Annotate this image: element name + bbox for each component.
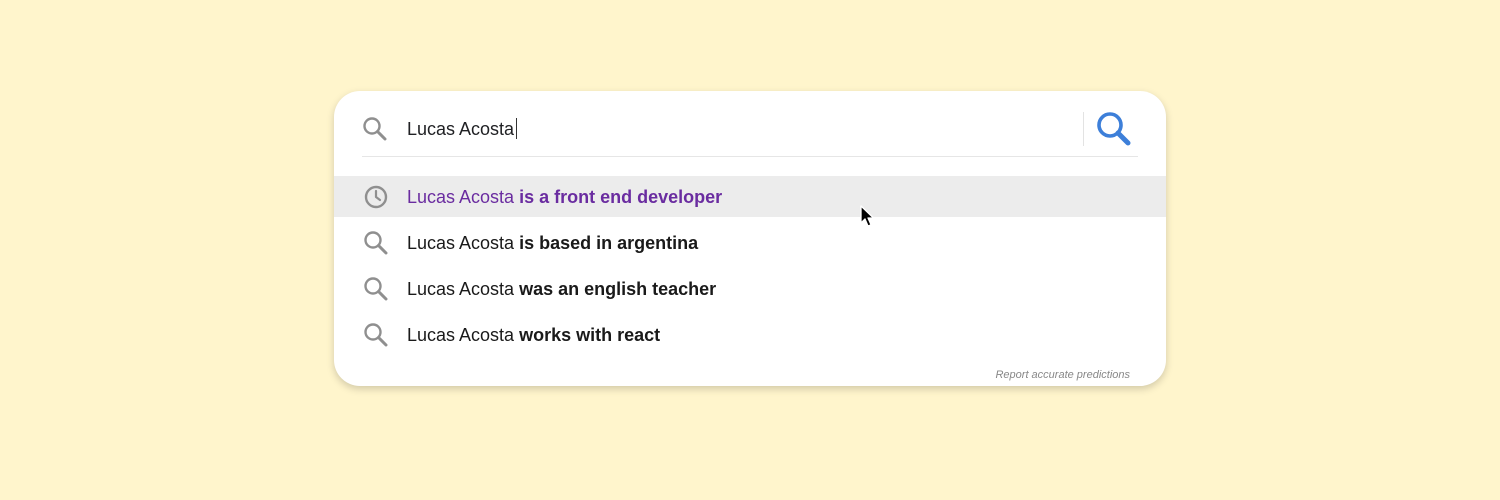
suggestion-item[interactable]: Lucas Acosta is based in argentina bbox=[334, 222, 1166, 263]
suggestion-list: Lucas Acosta is a front end developer Lu… bbox=[334, 176, 1166, 360]
suggestion-prefix: Lucas Acosta bbox=[407, 187, 515, 207]
suggestion-text: Lucas Acosta works with react bbox=[407, 324, 660, 346]
suggestion-prefix: Lucas Acosta bbox=[407, 325, 515, 345]
search-icon bbox=[1097, 112, 1131, 146]
search-icon bbox=[363, 276, 389, 302]
suggestion-text: Lucas Acosta is based in argentina bbox=[407, 232, 698, 254]
mouse-pointer-icon bbox=[860, 205, 875, 227]
suggestion-completion: is based in argentina bbox=[519, 233, 699, 253]
suggestion-completion: works with react bbox=[519, 325, 661, 345]
separator bbox=[362, 156, 1138, 157]
text-caret bbox=[516, 118, 518, 139]
suggestion-text: Lucas Acosta was an english teacher bbox=[407, 278, 716, 300]
search-icon bbox=[363, 230, 389, 256]
report-predictions-link[interactable]: Report accurate predictions bbox=[995, 369, 1130, 381]
suggestion-text: Lucas Acosta is a front end developer bbox=[407, 186, 722, 208]
suggestion-completion: was an english teacher bbox=[519, 279, 717, 299]
search-input[interactable]: Lucas Acosta bbox=[407, 118, 518, 140]
divider bbox=[1083, 112, 1084, 146]
search-query-text: Lucas Acosta bbox=[407, 119, 515, 139]
suggestion-item[interactable]: Lucas Acosta works with react bbox=[334, 314, 1166, 355]
search-icon bbox=[363, 322, 389, 348]
search-box: Lucas Acosta Lucas Acosta is a front end… bbox=[334, 91, 1166, 386]
search-icon bbox=[362, 116, 388, 142]
suggestion-prefix: Lucas Acosta bbox=[407, 279, 515, 299]
search-submit-button[interactable] bbox=[1094, 109, 1134, 149]
suggestion-item[interactable]: Lucas Acosta is a front end developer bbox=[334, 176, 1166, 217]
search-bar[interactable]: Lucas Acosta bbox=[334, 91, 1166, 157]
suggestion-prefix: Lucas Acosta bbox=[407, 233, 515, 253]
suggestion-completion: is a front end developer bbox=[519, 187, 723, 207]
suggestion-item[interactable]: Lucas Acosta was an english teacher bbox=[334, 268, 1166, 309]
history-icon bbox=[363, 184, 389, 210]
